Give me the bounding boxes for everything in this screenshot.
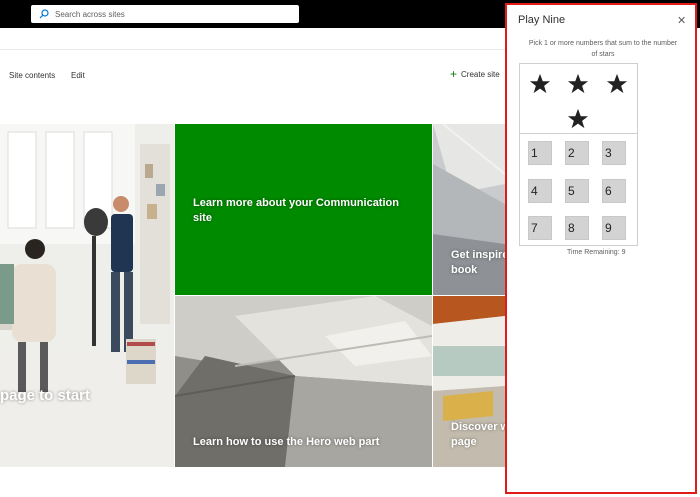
number-button-5[interactable]: 5 (565, 179, 589, 203)
hero-tile-hero-web-part[interactable]: Learn how to use the Hero web part (175, 296, 432, 467)
star-icon (606, 73, 628, 94)
plus-icon: + (450, 67, 458, 81)
number-button-4[interactable]: 4 (528, 179, 552, 203)
edit-link[interactable]: Edit (71, 71, 85, 80)
hero-caption-hero-web-part: Learn how to use the Hero web part (193, 436, 380, 448)
play-nine-panel: Play Nine ✕ Pick 1 or more numbers that … (505, 3, 697, 494)
game-board: 1 2 3 4 5 6 7 8 9 (519, 63, 638, 246)
number-button-3[interactable]: 3 (602, 141, 626, 165)
number-button-2[interactable]: 2 (565, 141, 589, 165)
search-input[interactable] (55, 9, 295, 19)
create-site-button[interactable]: + Create site (450, 67, 500, 81)
game-instructions: Pick 1 or more numbers that sum to the n… (528, 40, 678, 58)
search-box[interactable] (31, 5, 299, 23)
hero-tile-office[interactable]: page to start (0, 124, 174, 467)
hero-caption-discover: Discover w page (451, 421, 505, 448)
site-contents-link[interactable]: Site contents (9, 71, 55, 80)
office-photo (0, 124, 174, 467)
time-remaining: Time Remaining: 9 (567, 249, 626, 256)
star-icon (567, 108, 589, 129)
stars-area (520, 64, 637, 134)
star-icon (567, 73, 589, 94)
number-button-7[interactable]: 7 (528, 216, 552, 240)
header-divider (0, 49, 505, 50)
hero-caption-office: page to start (0, 387, 91, 404)
close-icon[interactable]: ✕ (677, 14, 686, 27)
hero-web-part: page to start Learn more about your Comm… (0, 124, 505, 467)
create-site-label: Create site (461, 69, 500, 79)
hero-tile-inspire[interactable]: Get inspire book (433, 124, 505, 295)
search-icon (39, 9, 49, 19)
number-button-9[interactable]: 9 (602, 216, 626, 240)
panel-title: Play Nine (518, 14, 566, 26)
number-button-8[interactable]: 8 (565, 216, 589, 240)
numbers-area: 1 2 3 4 5 6 7 8 9 (520, 135, 637, 245)
hero-tile-discover[interactable]: Discover w page (433, 296, 505, 467)
hero-caption-communication: Learn more about your Communication site (193, 197, 399, 224)
hero-tile-communication[interactable]: Learn more about your Communication site (175, 124, 432, 295)
hero-caption-inspire: Get inspire book (451, 249, 505, 276)
number-button-1[interactable]: 1 (528, 141, 552, 165)
star-icon (529, 73, 551, 94)
number-button-6[interactable]: 6 (602, 179, 626, 203)
